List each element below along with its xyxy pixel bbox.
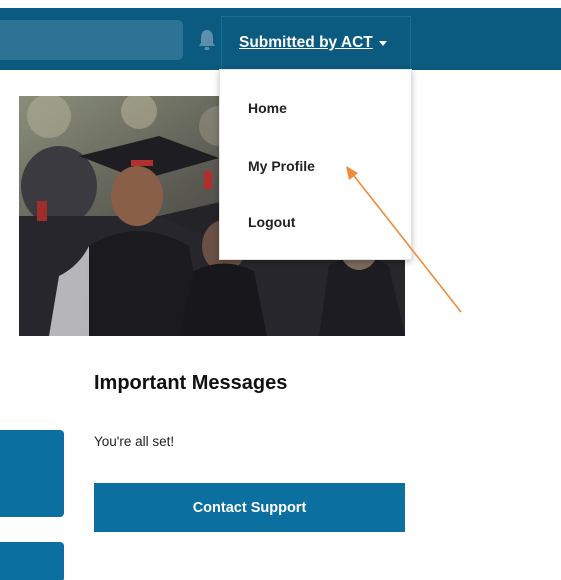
user-menu-button[interactable]: Submitted by ACT (221, 16, 411, 70)
page: Submitted by ACT Home My Profile Logout … (0, 0, 561, 580)
status-message: You're all set! (94, 434, 175, 449)
side-card[interactable] (0, 542, 64, 580)
menu-item-home[interactable]: Home (248, 100, 287, 116)
menu-item-my-profile[interactable]: My Profile (248, 158, 315, 174)
search-input[interactable] (0, 20, 183, 60)
bell-icon[interactable] (197, 28, 217, 52)
menu-item-logout[interactable]: Logout (248, 214, 295, 230)
caret-down-icon (378, 40, 387, 46)
user-dropdown-menu: Home My Profile Logout (219, 69, 412, 260)
top-nav-bar: Submitted by ACT (0, 8, 561, 70)
user-menu-label: Submitted by ACT (239, 34, 373, 51)
important-messages-heading: Important Messages (94, 372, 288, 394)
side-card[interactable] (0, 430, 64, 517)
contact-support-button[interactable]: Contact Support (94, 483, 405, 532)
